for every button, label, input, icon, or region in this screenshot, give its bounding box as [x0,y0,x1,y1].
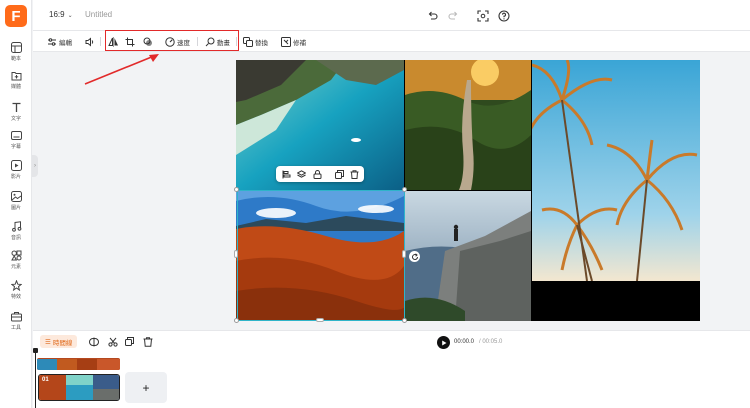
sidebar-item-elements[interactable]: 元素 [0,248,32,276]
play-icon [441,340,446,345]
sidebar-item-media[interactable]: 媒體 [0,68,32,96]
split-icon[interactable] [88,336,99,347]
repair-icon [281,36,291,47]
resize-handle-bottom[interactable] [316,318,324,322]
video-clip[interactable]: 01 [38,374,120,401]
music-icon [9,219,23,233]
layers-icon[interactable] [296,169,306,179]
delete-icon[interactable] [349,169,359,179]
autumn-forest-photo[interactable] [236,191,404,321]
annotation-arrow [84,54,159,85]
playhead-knob[interactable] [33,348,38,353]
sidebar-item-effects[interactable]: 特效 [0,278,32,306]
sidebar-item-audio[interactable]: 音訊 [0,219,32,247]
forest-road-photo[interactable] [405,60,531,190]
palm-trees-photo[interactable] [532,60,700,281]
sidebar-item-tools[interactable]: 工具 [0,309,32,337]
toolbox-icon [9,309,23,323]
edit-button[interactable]: 編輯 [47,35,72,48]
resize-handle-right[interactable] [402,250,406,258]
redo-icon[interactable] [447,9,460,22]
elements-icon [9,248,23,262]
timeline-toggle-button[interactable]: ☰ 時間線 [40,335,78,348]
effects-icon [9,278,23,292]
resize-handle-top-right[interactable] [402,187,407,192]
resize-handle-bottom-left[interactable] [234,318,239,323]
sliders-icon [48,37,56,46]
playhead[interactable] [35,348,36,408]
audio-track-strip[interactable] [37,358,120,370]
toolbar-divider [100,37,101,46]
duplicate-icon[interactable] [334,169,344,179]
annotation-highlight-box [105,30,239,51]
sidebar-item-subtitle[interactable]: 字幕 [0,128,32,156]
sidebar-collapse-handle[interactable]: › [32,155,38,177]
total-duration: / 00:05.0 [479,339,503,345]
replace-button[interactable]: 替換 [243,35,268,48]
chevron-down-icon: ⌄ [67,13,73,19]
resize-handle-top-left[interactable] [234,187,239,192]
scissors-icon[interactable] [107,336,118,347]
video-canvas[interactable] [236,60,700,321]
top-bar: 16:9 ⌄ Untitled [33,0,750,31]
current-time: 00:00.0 [454,339,475,345]
volume-button[interactable] [85,35,95,48]
rotate-icon[interactable] [409,251,420,262]
lock-icon[interactable] [312,169,322,179]
left-sidebar: F 範本 媒體 文字 字幕 影片 圖片 音訊 元素 特效 工具 [0,0,32,408]
repair-button[interactable]: 修補 [281,35,306,48]
video-icon [9,158,23,172]
image-icon [9,189,23,203]
sidebar-item-text[interactable]: 文字 [0,100,32,128]
replace-icon [243,36,253,47]
project-title[interactable]: Untitled [85,10,112,19]
sidebar-item-video[interactable]: 影片 [0,158,32,186]
app-logo[interactable]: F [5,5,27,27]
text-icon [9,100,23,114]
timeline-icon: ☰ [45,338,51,346]
hiker-cliff-photo[interactable] [405,191,531,321]
help-icon[interactable] [497,9,510,22]
subtitle-icon [9,128,23,142]
aspect-ratio-dropdown[interactable]: 16:9 ⌄ [49,10,73,19]
template-icon [9,40,23,54]
element-floating-toolbar [276,166,364,182]
undo-icon[interactable] [426,9,439,22]
resize-handle-left[interactable] [234,250,238,258]
sidebar-item-template[interactable]: 範本 [0,40,32,68]
copy-icon[interactable] [124,336,135,347]
align-icon[interactable] [281,169,291,179]
sidebar-item-image[interactable]: 圖片 [0,189,32,217]
speaker-icon [85,36,94,47]
upload-media-icon [9,68,23,82]
add-clip-button[interactable]: + [125,372,167,403]
resize-handle-bottom-right[interactable] [402,318,407,323]
play-button[interactable] [437,336,450,349]
trash-icon[interactable] [142,336,153,347]
focus-preview-icon[interactable] [476,9,489,22]
chevron-right-icon: › [34,163,36,169]
timeline-panel: ☰ 時間線 00:00.0 / 00:05.0 01 + [33,330,750,408]
